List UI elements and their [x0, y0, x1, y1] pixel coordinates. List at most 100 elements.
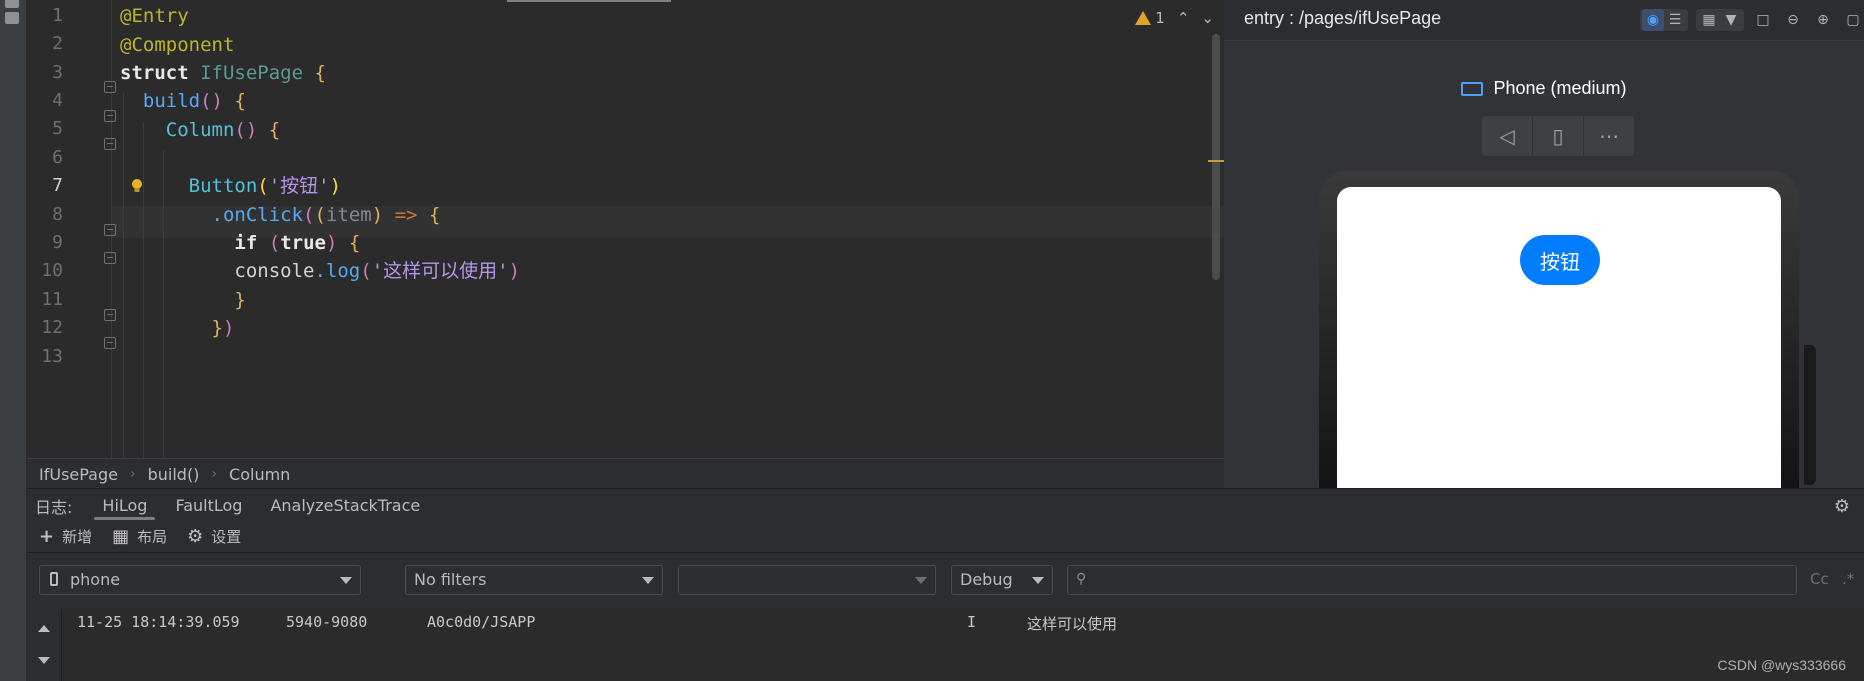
warning-icon [1135, 11, 1152, 25]
layout-button[interactable]: ▦ 布局 [112, 526, 167, 547]
code-line-1: @Entry [120, 5, 189, 27]
line-number: 4 [52, 90, 63, 111]
rotate-icon[interactable]: ▯ [1533, 116, 1584, 156]
log-toolbar: + 新增 ▦ 布局 ⚙ 设置 [27, 521, 1864, 553]
project-icon[interactable] [5, 0, 19, 8]
dropdown-icon[interactable]: ▼ [1720, 9, 1742, 31]
code-line-7: Button('按钮') [188, 175, 342, 197]
layout-icon: ▦ [112, 526, 130, 547]
zoom-in-icon[interactable]: ⊕ [1812, 9, 1834, 31]
code-editor[interactable]: 1 2 3 4 5 6 7 8 9 10 11 12 13 @Entry @Co… [27, 0, 1224, 458]
gear-icon[interactable]: ⚙ [1834, 496, 1850, 517]
inspector-icon[interactable]: ◉ [1642, 9, 1664, 31]
phone-screen: 按钮 [1337, 187, 1781, 488]
add-label: 新增 [62, 528, 93, 546]
more-icon[interactable]: ⋯ [1584, 116, 1634, 156]
zoom-out-icon[interactable]: ⊖ [1782, 9, 1804, 31]
preview-path: entry : /pages/ifUsePage [1244, 8, 1442, 28]
phone-icon [50, 572, 58, 586]
fit-screen-icon[interactable]: ▢ [1842, 9, 1864, 31]
back-icon[interactable]: ◁ [1482, 116, 1533, 156]
regex-toggle[interactable]: .* [1842, 570, 1854, 588]
chevron-down-icon[interactable]: ⌄ [1201, 9, 1214, 27]
level-select[interactable]: Debug [951, 565, 1053, 595]
breadcrumb-item[interactable]: Column [217, 465, 290, 484]
fold-icon[interactable] [104, 110, 116, 122]
previewer-header: entry : /pages/ifUsePage ◉ ☰ ▦ ▼ □ ⊖ ⊕ ▢ [1224, 0, 1864, 41]
process-select[interactable] [678, 565, 936, 595]
preview-button[interactable]: 按钮 [1520, 235, 1600, 285]
code-line-4: build() { [142, 90, 246, 112]
log-pid: 5940-9080 [286, 613, 368, 631]
warning-indicator[interactable]: 1 [1135, 9, 1165, 27]
tab-hilog[interactable]: HiLog [88, 489, 161, 522]
scroll-up-icon[interactable] [38, 625, 50, 632]
tab-indicator [507, 0, 671, 2]
gear-icon: ⚙ [187, 526, 204, 547]
fold-icon[interactable] [104, 138, 116, 150]
search-icon: ⚲ [1076, 571, 1087, 587]
chevron-right-icon: › [129, 466, 136, 482]
log-message: 这样可以使用 [1027, 615, 1118, 633]
code-line-10: console.log('这样可以使用') [234, 260, 521, 282]
layout-label: 布局 [137, 528, 168, 546]
line-number: 5 [52, 118, 63, 139]
chevron-right-icon: › [211, 466, 218, 482]
log-filter-row: phone No filters Debug ⚲ Cc .* [27, 553, 1864, 609]
line-number: 7 [52, 175, 63, 196]
fold-icon[interactable] [104, 224, 116, 236]
filter-select[interactable]: No filters [405, 565, 663, 595]
log-tag: A0c0d0/JSAPP [427, 613, 536, 631]
grid-icon[interactable]: ▦ [1698, 9, 1720, 31]
chevron-up-icon[interactable]: ⌃ [1177, 9, 1190, 27]
line-number: 13 [41, 346, 63, 367]
log-label: 日志: [35, 497, 73, 517]
code-line-5: Column() { [165, 119, 281, 141]
editor-inspection-toolbar: 1 ⌃ ⌄ [1135, 6, 1214, 30]
line-number: 9 [52, 232, 63, 253]
crop-icon[interactable]: □ [1752, 9, 1774, 31]
device-select-value: phone [70, 570, 121, 589]
log-search-input[interactable]: ⚲ [1067, 565, 1797, 595]
tab-analyzestacktrace[interactable]: AnalyzeStackTrace [256, 489, 434, 522]
device-name: Phone (medium) [1493, 78, 1627, 98]
scroll-marker [1208, 160, 1224, 162]
tab-faultlog[interactable]: FaultLog [161, 489, 256, 522]
match-case-toggle[interactable]: Cc [1810, 570, 1829, 588]
scroll-down-icon[interactable] [38, 657, 50, 664]
line-number: 10 [41, 260, 63, 281]
layers-icon[interactable]: ☰ [1664, 9, 1686, 31]
phone-device-icon [1461, 82, 1484, 96]
settings-button[interactable]: ⚙ 设置 [187, 526, 241, 547]
chevron-down-icon [340, 577, 352, 584]
device-select[interactable]: phone [39, 565, 361, 595]
fold-icon[interactable] [104, 337, 116, 349]
left-tool-strip [0, 0, 27, 681]
plus-icon: + [39, 526, 55, 547]
watermark: CSDN @wys333666 [1717, 657, 1846, 673]
fold-icon[interactable] [104, 81, 116, 93]
phone-side-button [1804, 345, 1816, 485]
settings-label: 设置 [211, 528, 242, 546]
folder-icon[interactable] [5, 12, 19, 24]
breadcrumb: IfUsePage › build() › Column [27, 458, 1224, 489]
log-level: I [967, 613, 977, 631]
breadcrumb-item[interactable]: IfUsePage [27, 465, 118, 484]
line-number: 3 [52, 62, 63, 83]
code-line-12: }) [211, 317, 235, 339]
warning-count: 1 [1155, 9, 1165, 27]
level-select-value: Debug [960, 570, 1013, 589]
device-selector[interactable]: Phone (medium) [1224, 78, 1864, 99]
editor-scrollbar[interactable] [1212, 34, 1220, 280]
log-time: 11-25 18:14:39.059 [77, 613, 240, 631]
fold-icon[interactable] [104, 252, 116, 264]
line-number: 2 [52, 33, 63, 54]
filter-select-value: No filters [414, 570, 487, 589]
line-number: 12 [41, 317, 63, 338]
breadcrumb-item[interactable]: build() [136, 465, 200, 484]
add-button[interactable]: + 新增 [39, 526, 92, 547]
phone-frame: 按钮 [1319, 170, 1799, 488]
chevron-down-icon [1032, 577, 1044, 584]
fold-icon[interactable] [104, 309, 116, 321]
log-output[interactable]: 11-25 18:14:39.059 5940-9080 A0c0d0/JSAP… [27, 609, 1864, 681]
